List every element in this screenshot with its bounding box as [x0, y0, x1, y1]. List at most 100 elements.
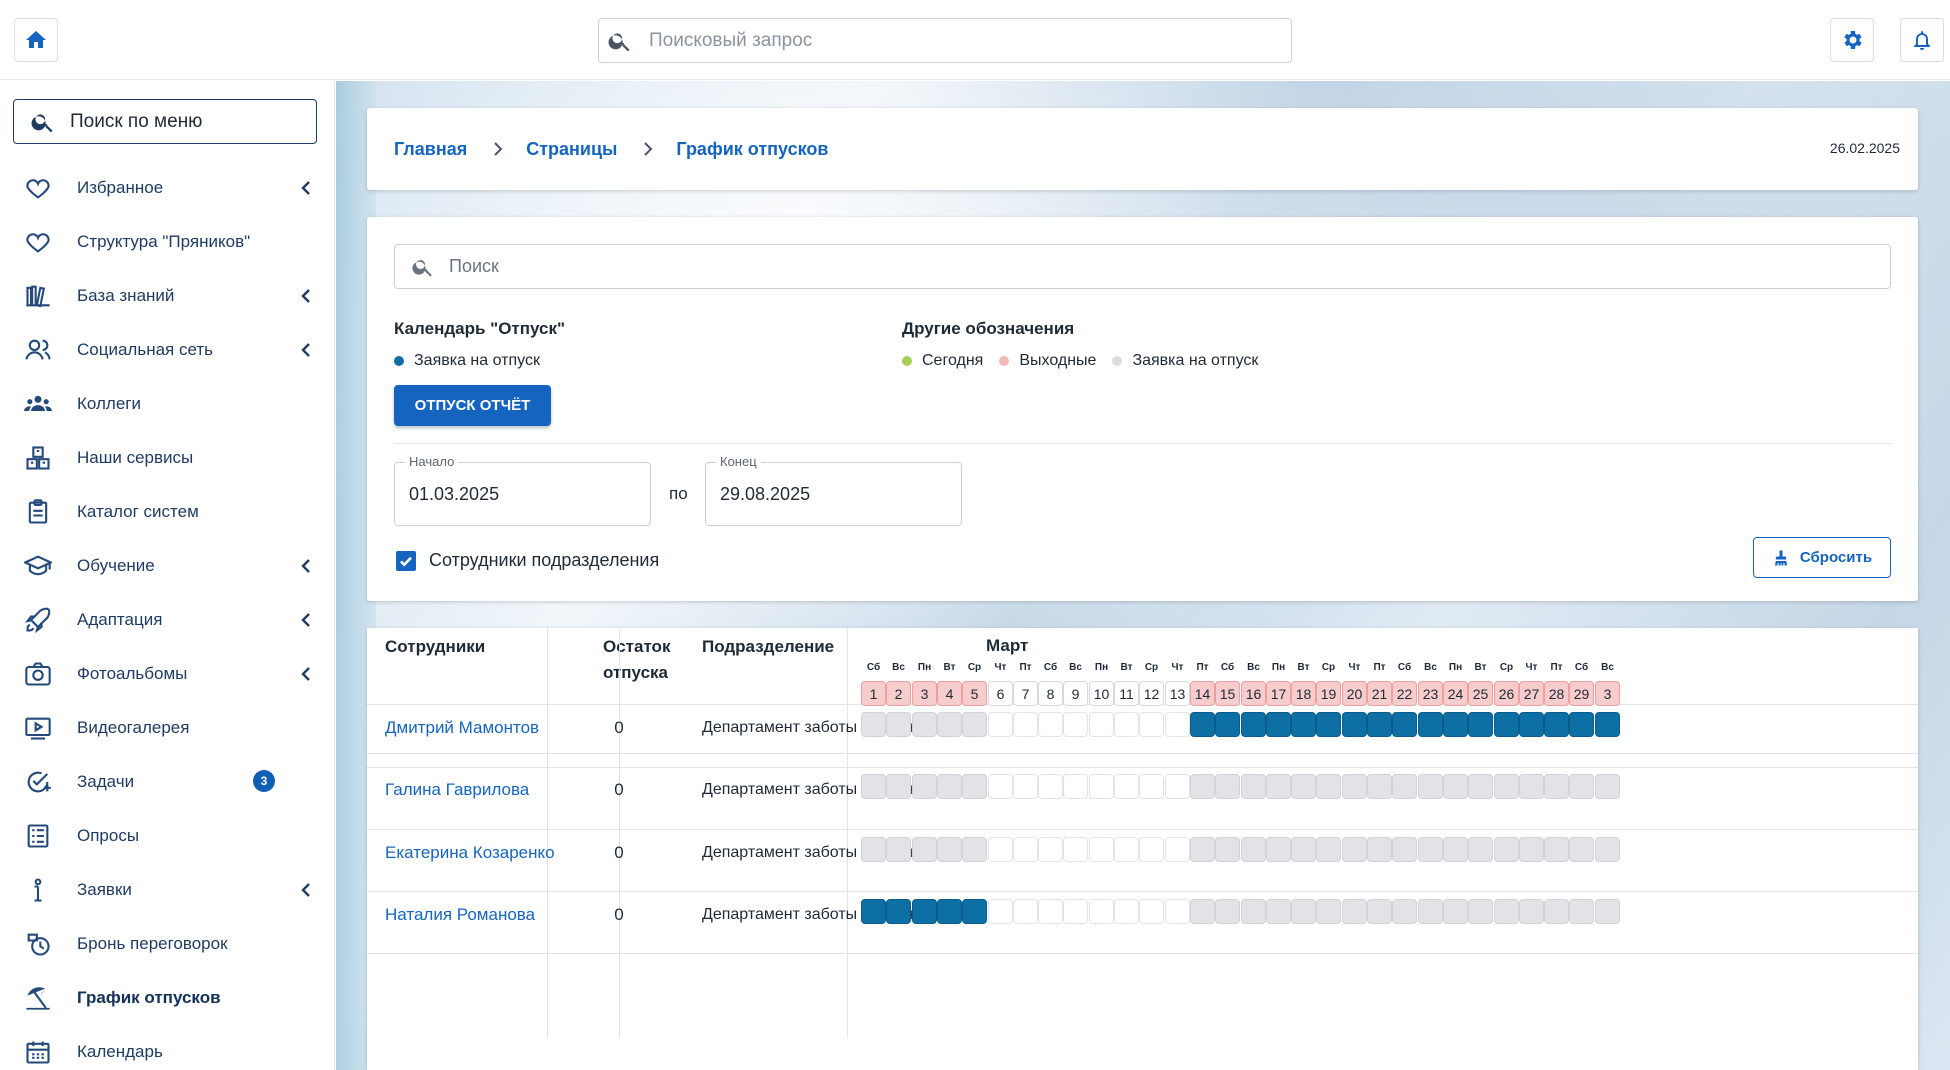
schedule-cell[interactable] — [1392, 712, 1417, 737]
day-number[interactable]: 2 — [886, 681, 911, 706]
schedule-cell[interactable] — [1367, 837, 1392, 862]
breadcrumb-home[interactable]: Главная — [394, 139, 467, 160]
day-number[interactable]: 27 — [1519, 681, 1544, 706]
schedule-cell[interactable] — [1190, 774, 1215, 799]
day-number[interactable]: 17 — [1266, 681, 1291, 706]
schedule-cell[interactable] — [1190, 899, 1215, 924]
chevron-left-icon[interactable] — [296, 610, 316, 630]
schedule-cell[interactable] — [1468, 899, 1493, 924]
day-number[interactable]: 1 — [861, 681, 886, 706]
sidebar-item-0[interactable]: Избранное — [0, 161, 334, 215]
schedule-cell[interactable] — [1215, 712, 1240, 737]
schedule-cell[interactable] — [1569, 837, 1594, 862]
schedule-cell[interactable] — [1519, 837, 1544, 862]
schedule-cell[interactable] — [1241, 837, 1266, 862]
employee-name-link[interactable]: Наталия Романова — [385, 905, 535, 925]
sidebar-item-7[interactable]: Обучение — [0, 539, 334, 593]
day-number[interactable]: 26 — [1494, 681, 1519, 706]
schedule-cell[interactable] — [1190, 712, 1215, 737]
schedule-cell[interactable] — [1063, 774, 1088, 799]
schedule-cell[interactable] — [1165, 774, 1190, 799]
schedule-cell[interactable] — [1114, 712, 1139, 737]
sidebar-item-9[interactable]: Фотоальбомы — [0, 647, 334, 701]
schedule-cell[interactable] — [1595, 774, 1620, 799]
schedule-cell[interactable] — [1443, 774, 1468, 799]
schedule-cell[interactable] — [1114, 837, 1139, 862]
day-number[interactable]: 8 — [1038, 681, 1063, 706]
schedule-cell[interactable] — [1468, 774, 1493, 799]
menu-search-input[interactable]: Поиск по меню — [13, 99, 317, 144]
day-number[interactable]: 15 — [1215, 681, 1240, 706]
schedule-cell[interactable] — [1595, 899, 1620, 924]
schedule-cell[interactable] — [1519, 712, 1544, 737]
schedule-cell[interactable] — [1468, 837, 1493, 862]
breadcrumb-pages[interactable]: Страницы — [526, 139, 617, 160]
sidebar-item-2[interactable]: База знаний — [0, 269, 334, 323]
schedule-cell[interactable] — [1013, 774, 1038, 799]
sidebar-item-6[interactable]: Каталог систем — [0, 485, 334, 539]
day-number[interactable]: 21 — [1367, 681, 1392, 706]
schedule-cell[interactable] — [1418, 837, 1443, 862]
schedule-cell[interactable] — [1443, 899, 1468, 924]
schedule-cell[interactable] — [1215, 837, 1240, 862]
day-number[interactable]: 22 — [1392, 681, 1417, 706]
schedule-cell[interactable] — [1114, 774, 1139, 799]
schedule-cell[interactable] — [886, 899, 911, 924]
day-number[interactable]: 11 — [1114, 681, 1139, 706]
schedule-cell[interactable] — [1392, 774, 1417, 799]
schedule-cell[interactable] — [1494, 774, 1519, 799]
schedule-cell[interactable] — [1013, 899, 1038, 924]
day-number[interactable]: 16 — [1241, 681, 1266, 706]
schedule-cell[interactable] — [1038, 899, 1063, 924]
schedule-cell[interactable] — [937, 837, 962, 862]
day-number[interactable]: 6 — [988, 681, 1013, 706]
sidebar-item-14[interactable]: Бронь переговорок — [0, 917, 334, 971]
breadcrumb-current[interactable]: График отпусков — [676, 139, 828, 160]
schedule-cell[interactable] — [1519, 774, 1544, 799]
chevron-left-icon[interactable] — [296, 286, 316, 306]
sidebar-item-13[interactable]: Заявки — [0, 863, 334, 917]
schedule-cell[interactable] — [1013, 712, 1038, 737]
schedule-cell[interactable] — [1519, 899, 1544, 924]
schedule-cell[interactable] — [861, 712, 886, 737]
schedule-cell[interactable] — [962, 899, 987, 924]
schedule-cell[interactable] — [1089, 774, 1114, 799]
schedule-cell[interactable] — [1291, 712, 1316, 737]
home-button[interactable] — [14, 18, 58, 62]
chevron-left-icon[interactable] — [296, 178, 316, 198]
day-number[interactable]: 4 — [937, 681, 962, 706]
schedule-cell[interactable] — [1291, 774, 1316, 799]
schedule-cell[interactable] — [1342, 712, 1367, 737]
schedule-cell[interactable] — [1316, 837, 1341, 862]
schedule-cell[interactable] — [1139, 899, 1164, 924]
sidebar-item-12[interactable]: Опросы — [0, 809, 334, 863]
schedule-cell[interactable] — [1443, 837, 1468, 862]
day-number[interactable]: 29 — [1569, 681, 1594, 706]
schedule-cell[interactable] — [1418, 899, 1443, 924]
day-number[interactable]: 18 — [1291, 681, 1316, 706]
sidebar-item-15[interactable]: График отпусков — [0, 971, 334, 1025]
schedule-cell[interactable] — [1443, 712, 1468, 737]
schedule-cell[interactable] — [1139, 712, 1164, 737]
vacation-report-button[interactable]: ОТПУСК ОТЧЁТ — [394, 385, 551, 426]
schedule-cell[interactable] — [1494, 712, 1519, 737]
day-number[interactable]: 14 — [1190, 681, 1215, 706]
day-number[interactable]: 19 — [1316, 681, 1341, 706]
schedule-cell[interactable] — [1569, 899, 1594, 924]
employee-search-input[interactable]: Поиск — [394, 244, 1891, 289]
schedule-cell[interactable] — [912, 837, 937, 862]
settings-button[interactable] — [1830, 18, 1874, 62]
schedule-cell[interactable] — [1544, 712, 1569, 737]
schedule-cell[interactable] — [1063, 712, 1088, 737]
sidebar-item-5[interactable]: Наши сервисы — [0, 431, 334, 485]
schedule-cell[interactable] — [1165, 837, 1190, 862]
schedule-cell[interactable] — [1089, 899, 1114, 924]
schedule-cell[interactable] — [886, 837, 911, 862]
schedule-cell[interactable] — [1063, 837, 1088, 862]
schedule-cell[interactable] — [1241, 899, 1266, 924]
schedule-cell[interactable] — [1139, 774, 1164, 799]
day-number[interactable]: 25 — [1468, 681, 1493, 706]
schedule-cell[interactable] — [886, 774, 911, 799]
day-number[interactable]: 3 — [1595, 681, 1620, 706]
schedule-cell[interactable] — [1595, 837, 1620, 862]
